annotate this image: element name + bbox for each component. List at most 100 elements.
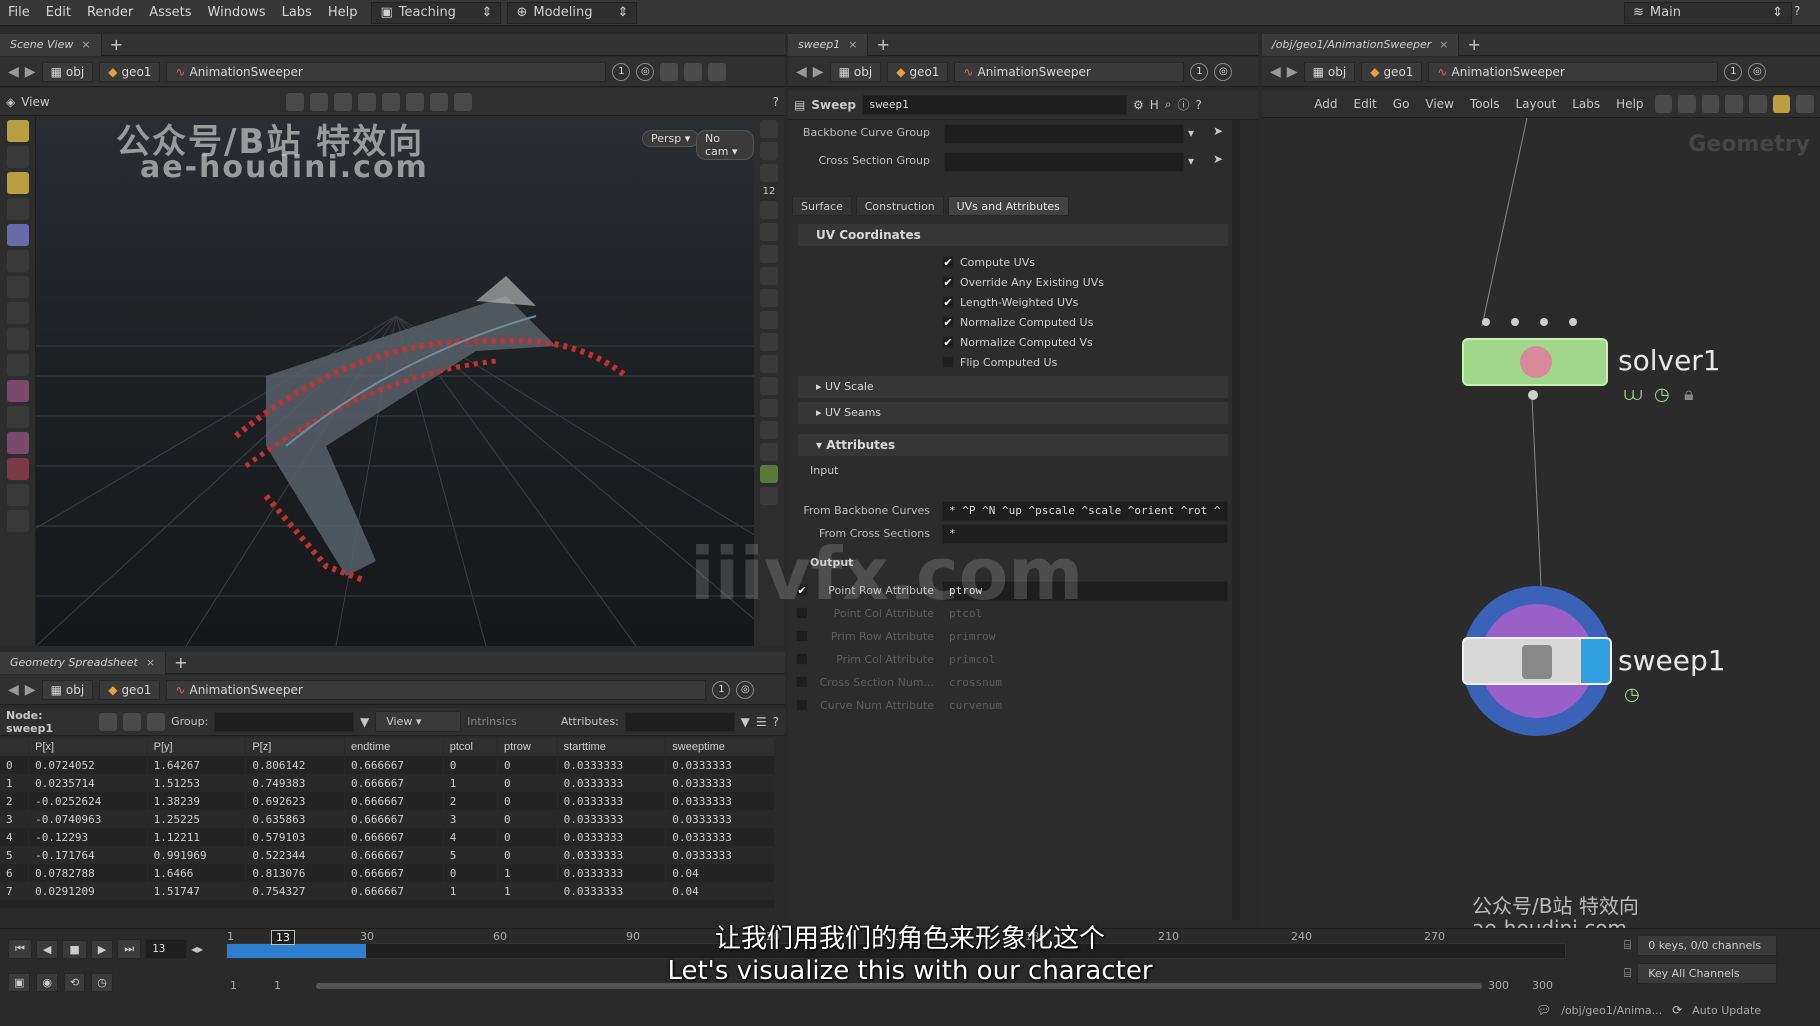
- uv-coordinates-section[interactable]: UV Coordinates: [798, 224, 1228, 246]
- light-icon[interactable]: [760, 201, 778, 219]
- network-menu-go[interactable]: Go: [1388, 97, 1415, 111]
- table-row[interactable]: 2 -0.0252624 1.38239 0.692623 0.666667 2 0 0.03…: [0, 792, 775, 810]
- breadcrumb-obj[interactable]: ▦ obj: [41, 61, 94, 82]
- pin-icon[interactable]: [760, 421, 778, 439]
- uv-check-row[interactable]: ✔ Length-Weighted UVs: [942, 292, 1222, 312]
- column-header[interactable]: ptrow: [497, 738, 558, 756]
- menu-labs[interactable]: Labs: [274, 5, 320, 20]
- desktop-teaching-select[interactable]: ▣ Teaching ⇕: [371, 1, 502, 24]
- snap-icon[interactable]: [309, 92, 328, 111]
- network-menu-tools[interactable]: Tools: [1465, 97, 1505, 111]
- shading-icon[interactable]: [381, 92, 400, 111]
- bypass-icon[interactable]: ⩊: [1624, 384, 1642, 405]
- points-mode-icon[interactable]: [99, 712, 118, 731]
- persp-menu[interactable]: Persp ▾: [642, 130, 700, 147]
- close-icon[interactable]: ×: [81, 38, 90, 51]
- layout-icon[interactable]: [660, 62, 679, 81]
- backbone-curve-group-field[interactable]: [944, 124, 1184, 144]
- back-arrow-icon[interactable]: ◀: [1270, 64, 1281, 80]
- forward-arrow-icon[interactable]: ▶: [25, 682, 36, 698]
- back-arrow-icon[interactable]: ◀: [8, 682, 19, 698]
- table-row[interactable]: 7 0.0291209 1.51747 0.754327 0.666667 1 1 0.033…: [0, 882, 775, 900]
- paint-brush-icon[interactable]: [760, 164, 778, 182]
- tab-geometry-spreadsheet[interactable]: Geometry Spreadsheet ×: [0, 651, 167, 674]
- add-tab-icon[interactable]: +: [868, 35, 897, 54]
- table-row[interactable]: 5 -0.171764 0.991969 0.522344 0.666667 5 0 0.03…: [0, 846, 775, 864]
- table-row[interactable]: 1 0.0235714 1.51253 0.749383 0.666667 1 0 0.033…: [0, 774, 775, 792]
- sweep-node-label[interactable]: sweep1: [1618, 644, 1726, 677]
- network-menu-help[interactable]: Help: [1611, 97, 1648, 111]
- chevron-down-icon[interactable]: ▾: [1188, 126, 1194, 140]
- constraint-icon[interactable]: [760, 311, 778, 329]
- output-field[interactable]: curvenum: [942, 696, 1228, 716]
- select-arrow-icon[interactable]: ➤: [1213, 124, 1223, 138]
- table-row[interactable]: 4 -0.12293 1.12211 0.579103 0.666667 4 0 0.0333…: [0, 828, 775, 846]
- image-icon[interactable]: [1796, 94, 1815, 113]
- leaf-icon[interactable]: [760, 333, 778, 351]
- breadcrumb-obj[interactable]: ▦ obj: [41, 679, 94, 700]
- attributes-field[interactable]: [624, 711, 735, 732]
- network-menu-add[interactable]: Add: [1309, 97, 1342, 111]
- auto-update-menu[interactable]: Auto Update: [1692, 1004, 1761, 1017]
- attract-icon[interactable]: [6, 458, 29, 480]
- table-row[interactable]: 0 0.0724052 1.64267 0.806142 0.666667 0 0 0.033…: [0, 756, 775, 774]
- column-header[interactable]: starttime: [557, 738, 667, 756]
- checkbox[interactable]: ✔: [942, 336, 954, 349]
- snap-point-icon[interactable]: [760, 355, 778, 373]
- info-icon[interactable]: [760, 443, 778, 461]
- clock-icon[interactable]: ◷: [1624, 684, 1640, 705]
- maximize-icon[interactable]: [708, 62, 727, 81]
- breadcrumb-node[interactable]: ∿ AnimationSweeper: [166, 679, 707, 700]
- chat-icon[interactable]: 💬︎: [1536, 1003, 1551, 1017]
- network-menu-layout[interactable]: Layout: [1510, 97, 1561, 111]
- help-icon[interactable]: ?: [1196, 98, 1202, 112]
- bg-icon[interactable]: [760, 267, 778, 285]
- search-icon[interactable]: ⌕: [1165, 97, 1172, 112]
- display-grid-icon[interactable]: [760, 465, 778, 483]
- breadcrumb-node[interactable]: ∿ AnimationSweeper: [166, 61, 607, 82]
- close-icon[interactable]: ×: [146, 656, 155, 669]
- sweep-node[interactable]: [1462, 637, 1612, 685]
- add-tab-icon[interactable]: +: [102, 35, 131, 54]
- solver-node-label[interactable]: solver1: [1618, 344, 1721, 377]
- output-field[interactable]: primrow: [942, 627, 1228, 647]
- close-icon[interactable]: ×: [848, 38, 857, 51]
- list-icon[interactable]: ☰: [756, 715, 767, 729]
- back-arrow-icon[interactable]: ◀: [796, 64, 807, 80]
- add-tab-icon[interactable]: +: [1459, 35, 1488, 54]
- network-canvas[interactable]: Geometry solver1 ⩊ ◷ 🔒︎ sweep1 ◷ 公众号/B站 …: [1262, 118, 1820, 928]
- solver-input-1[interactable]: [1511, 318, 1519, 326]
- tab-scene-view[interactable]: Scene View ×: [0, 33, 102, 56]
- uv-check-row[interactable]: ✔ Normalize Computed Us: [942, 312, 1222, 332]
- forward-arrow-icon[interactable]: ▶: [1287, 64, 1298, 80]
- solver-input-2[interactable]: [1540, 318, 1548, 326]
- status-path[interactable]: /obj/geo1/Anima...: [1561, 1004, 1662, 1017]
- group-field[interactable]: [214, 711, 354, 732]
- filter-icon[interactable]: ▼: [741, 715, 750, 729]
- refresh-icon[interactable]: ⟳: [1672, 1003, 1682, 1017]
- wrench-icon[interactable]: [1654, 94, 1673, 113]
- render-icon[interactable]: [6, 510, 29, 532]
- menu-edit[interactable]: Edit: [38, 5, 79, 20]
- camera-menu[interactable]: No cam ▾: [696, 130, 754, 160]
- lasso-icon[interactable]: [6, 406, 29, 428]
- link-icon[interactable]: ◎: [636, 62, 655, 81]
- rotate-icon[interactable]: [6, 172, 29, 194]
- uv-seams-folder[interactable]: ▸ UV Seams: [798, 402, 1228, 424]
- column-header[interactable]: [0, 738, 30, 756]
- intrinsics-menu[interactable]: Intrinsics: [467, 715, 555, 728]
- link-icon[interactable]: ◎: [1214, 62, 1233, 81]
- handle-icon[interactable]: [333, 92, 352, 111]
- breadcrumb-node[interactable]: ∿ AnimationSweeper: [1428, 61, 1719, 82]
- attributes-section[interactable]: ▾ Attributes: [798, 434, 1228, 456]
- cylinder-icon[interactable]: [6, 302, 29, 324]
- network-menu-view[interactable]: View: [1420, 97, 1458, 111]
- eye-icon[interactable]: [760, 487, 778, 505]
- pin-number-button[interactable]: 1: [612, 62, 631, 81]
- pin-number-button[interactable]: 1: [1724, 62, 1743, 81]
- checkbox[interactable]: ✔: [942, 256, 954, 269]
- grid-toggle-icon[interactable]: [760, 289, 778, 307]
- breadcrumb-obj[interactable]: ▦ obj: [1303, 61, 1356, 82]
- select-tool-icon[interactable]: [285, 92, 304, 111]
- camera-lock-icon[interactable]: [453, 92, 472, 111]
